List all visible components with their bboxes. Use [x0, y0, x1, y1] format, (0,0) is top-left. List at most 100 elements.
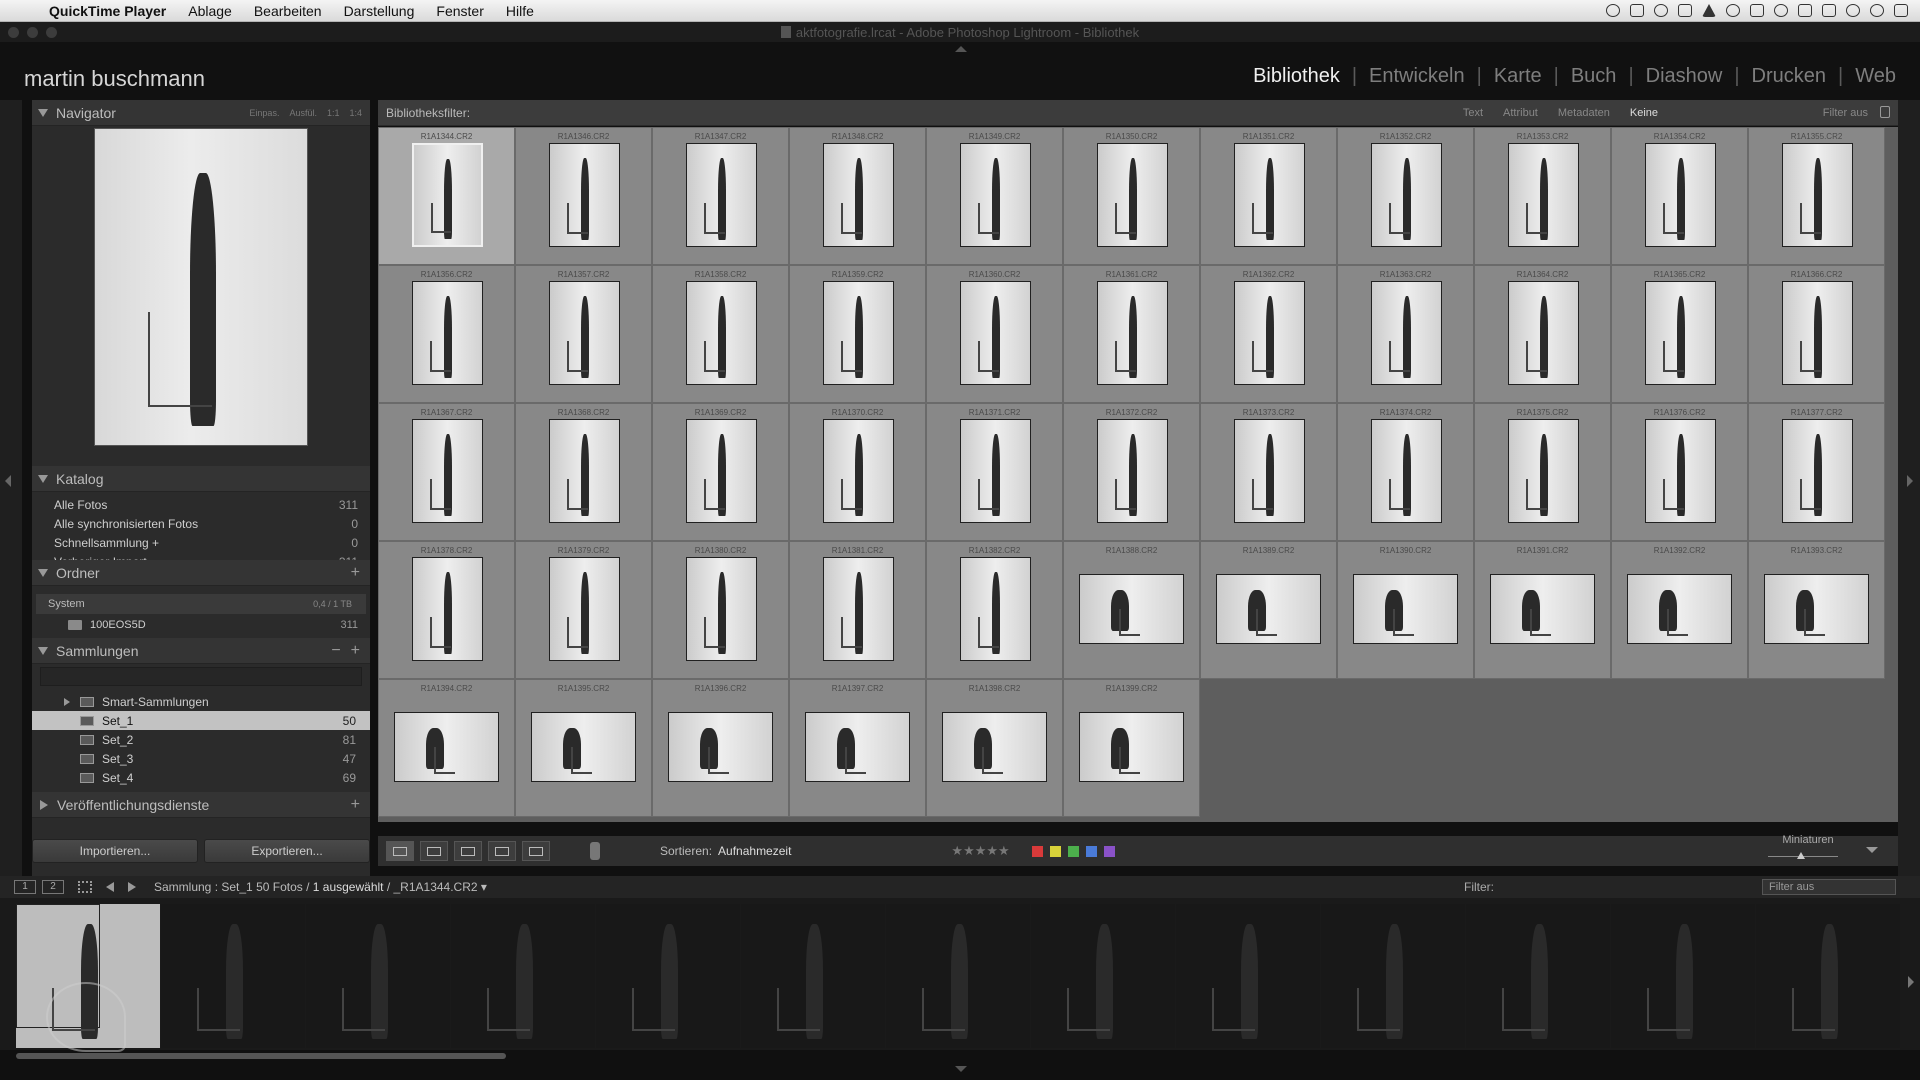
right-panel-edge[interactable]	[1898, 100, 1920, 876]
zoom-window-button[interactable]	[46, 27, 57, 38]
grid-cell[interactable]: R1A1347.CR2	[652, 127, 789, 265]
menu-fenster[interactable]: Fenster	[425, 3, 494, 19]
filmstrip-thumbnail[interactable]	[1756, 904, 1840, 1040]
grid-cell[interactable]: R1A1360.CR2	[926, 265, 1063, 403]
filmstrip-cell[interactable]	[741, 904, 885, 1048]
grid-cell[interactable]: R1A1382.CR2	[926, 541, 1063, 679]
module-diashow[interactable]: Diashow	[1634, 65, 1735, 88]
display-icon[interactable]	[1750, 4, 1764, 17]
filmstrip-thumbnail[interactable]	[886, 904, 970, 1040]
grid-cell[interactable]: R1A1350.CR2	[1063, 127, 1200, 265]
grid-thumbnail[interactable]	[805, 712, 910, 782]
grid-thumbnail[interactable]	[1216, 574, 1321, 644]
grid-cell[interactable]: R1A1378.CR2	[378, 541, 515, 679]
grid-cell[interactable]: R1A1370.CR2	[789, 403, 926, 541]
catalog-item-all-photos[interactable]: Alle Fotos 311	[32, 495, 370, 514]
grid-thumbnail[interactable]	[1645, 281, 1716, 385]
grid-thumbnail[interactable]	[942, 712, 1047, 782]
remove-collection-icon[interactable]: −	[331, 642, 350, 660]
primary-window-button[interactable]: 1	[14, 880, 36, 894]
grid-thumbnail[interactable]	[1764, 574, 1869, 644]
filmstrip-cell[interactable]	[886, 904, 1030, 1048]
filter-text[interactable]: Text	[1463, 107, 1483, 119]
grid-thumbnail[interactable]	[823, 557, 894, 661]
grid-cell[interactable]: R1A1369.CR2	[652, 403, 789, 541]
grid-cell[interactable]: R1A1397.CR2	[789, 679, 926, 817]
module-web[interactable]: Web	[1843, 65, 1908, 88]
filmstrip-cell[interactable]	[1321, 904, 1465, 1048]
catalog-item-synced[interactable]: Alle synchronisierten Fotos 0	[32, 514, 370, 533]
filmstrip-cell[interactable]	[1611, 904, 1755, 1048]
grid-cell[interactable]: R1A1372.CR2	[1063, 403, 1200, 541]
filter-attribute[interactable]: Attribut	[1503, 107, 1538, 119]
grid-thumbnail[interactable]	[1097, 419, 1168, 523]
zoom-fill[interactable]: Ausfül.	[289, 108, 317, 118]
disclosure-triangle-icon[interactable]	[40, 799, 48, 810]
grid-thumbnail[interactable]	[549, 143, 620, 247]
grid-thumbnail[interactable]	[823, 281, 894, 385]
grid-cell[interactable]: R1A1371.CR2	[926, 403, 1063, 541]
filmstrip-source[interactable]: Sammlung : Set_1 50 Fotos / 1 ausgewählt…	[154, 880, 487, 894]
close-window-button[interactable]	[8, 27, 19, 38]
collapse-filmstrip-icon[interactable]	[955, 1066, 967, 1072]
collapse-top-panel-icon[interactable]	[955, 46, 967, 52]
grid-thumbnail[interactable]	[1508, 281, 1579, 385]
grid-thumbnail[interactable]	[1234, 281, 1305, 385]
grid-thumbnail[interactable]	[1097, 281, 1168, 385]
grid-cell[interactable]: R1A1361.CR2	[1063, 265, 1200, 403]
app-icon[interactable]	[1726, 4, 1740, 17]
grid-cell[interactable]: R1A1379.CR2	[515, 541, 652, 679]
grid-thumbnail[interactable]	[960, 419, 1031, 523]
forward-arrow-icon[interactable]	[128, 882, 136, 892]
color-label-green[interactable]	[1067, 845, 1079, 857]
export-button[interactable]: Exportieren...	[204, 839, 370, 863]
filmstrip-filter-select[interactable]: Filter aus	[1762, 879, 1896, 895]
grid-thumbnail[interactable]	[412, 557, 483, 661]
toolbar-content-menu-icon[interactable]	[1866, 847, 1878, 853]
module-buch[interactable]: Buch	[1559, 65, 1629, 88]
menu-app[interactable]: QuickTime Player	[38, 3, 177, 19]
grid-thumbnail[interactable]	[1782, 419, 1853, 523]
filmstrip-cell[interactable]	[306, 904, 450, 1048]
folders-header[interactable]: Ordner +	[32, 560, 370, 586]
filmstrip-thumbnail[interactable]	[1466, 904, 1550, 1040]
grid-thumbnail[interactable]	[1234, 143, 1305, 247]
grid-thumbnail[interactable]	[1782, 143, 1853, 247]
grid-thumbnail[interactable]	[960, 143, 1031, 247]
grid-thumbnail[interactable]	[686, 281, 757, 385]
grid-cell[interactable]: R1A1354.CR2	[1611, 127, 1748, 265]
menu-hilfe[interactable]: Hilfe	[495, 3, 545, 19]
expand-right-icon[interactable]	[1907, 475, 1913, 487]
survey-view-button[interactable]	[488, 841, 516, 861]
module-drucken[interactable]: Drucken	[1740, 65, 1838, 88]
grid-thumbnail[interactable]	[1508, 419, 1579, 523]
publish-services-header[interactable]: Veröffentlichungsdienste +	[32, 792, 370, 818]
grid-thumbnail[interactable]	[1508, 143, 1579, 247]
grid-thumbnail[interactable]	[960, 281, 1031, 385]
folder-item[interactable]: 100EOS5D 311	[32, 615, 370, 635]
grid-cell[interactable]: R1A1348.CR2	[789, 127, 926, 265]
collections-header[interactable]: Sammlungen − +	[32, 638, 370, 664]
loupe-view-button[interactable]	[420, 841, 448, 861]
grid-thumbnail[interactable]	[412, 281, 483, 385]
grid-cell[interactable]: R1A1362.CR2	[1200, 265, 1337, 403]
catalog-item-quick-collection[interactable]: Schnellsammlung + 0	[32, 533, 370, 552]
filter-none[interactable]: Keine	[1630, 107, 1658, 119]
grid-cell[interactable]: R1A1349.CR2	[926, 127, 1063, 265]
grid-cell[interactable]: R1A1381.CR2	[789, 541, 926, 679]
grid-cell[interactable]: R1A1376.CR2	[1611, 403, 1748, 541]
grid-cell[interactable]: R1A1365.CR2	[1611, 265, 1748, 403]
grid-view-button[interactable]	[386, 841, 414, 861]
filmstrip-scrollbar[interactable]	[16, 1053, 506, 1059]
grid-thumbnail[interactable]	[1645, 143, 1716, 247]
grid-thumbnail[interactable]	[1097, 143, 1168, 247]
grid-thumbnail[interactable]	[686, 143, 757, 247]
disclosure-triangle-icon[interactable]	[38, 568, 48, 577]
filmstrip-thumbnail[interactable]	[1611, 904, 1695, 1040]
back-arrow-icon[interactable]	[106, 882, 114, 892]
grid-cell[interactable]: R1A1357.CR2	[515, 265, 652, 403]
grid-thumbnail[interactable]	[549, 419, 620, 523]
grid-cell[interactable]: R1A1374.CR2	[1337, 403, 1474, 541]
grid-cell[interactable]: R1A1355.CR2	[1748, 127, 1885, 265]
filmstrip-thumbnail[interactable]	[306, 904, 390, 1040]
